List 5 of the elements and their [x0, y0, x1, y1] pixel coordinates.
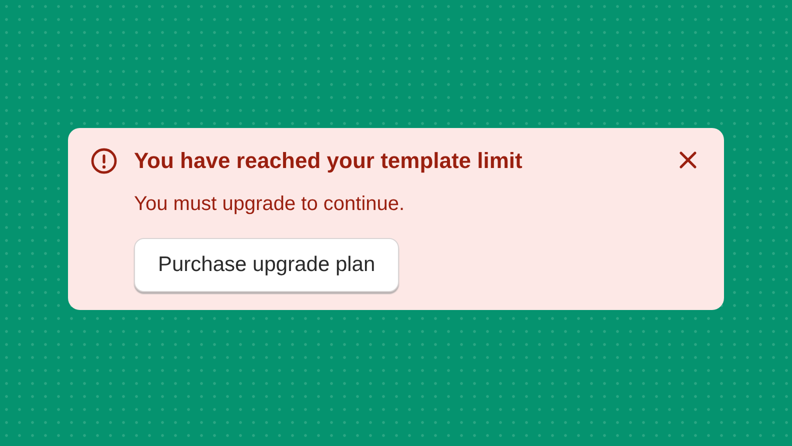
warning-icon: [90, 147, 118, 175]
purchase-button[interactable]: Purchase upgrade plan: [134, 238, 400, 292]
alert-message: You must upgrade to continue.: [134, 192, 405, 217]
alert-title: You have reached your template limit: [134, 147, 522, 175]
close-button[interactable]: [678, 150, 698, 170]
